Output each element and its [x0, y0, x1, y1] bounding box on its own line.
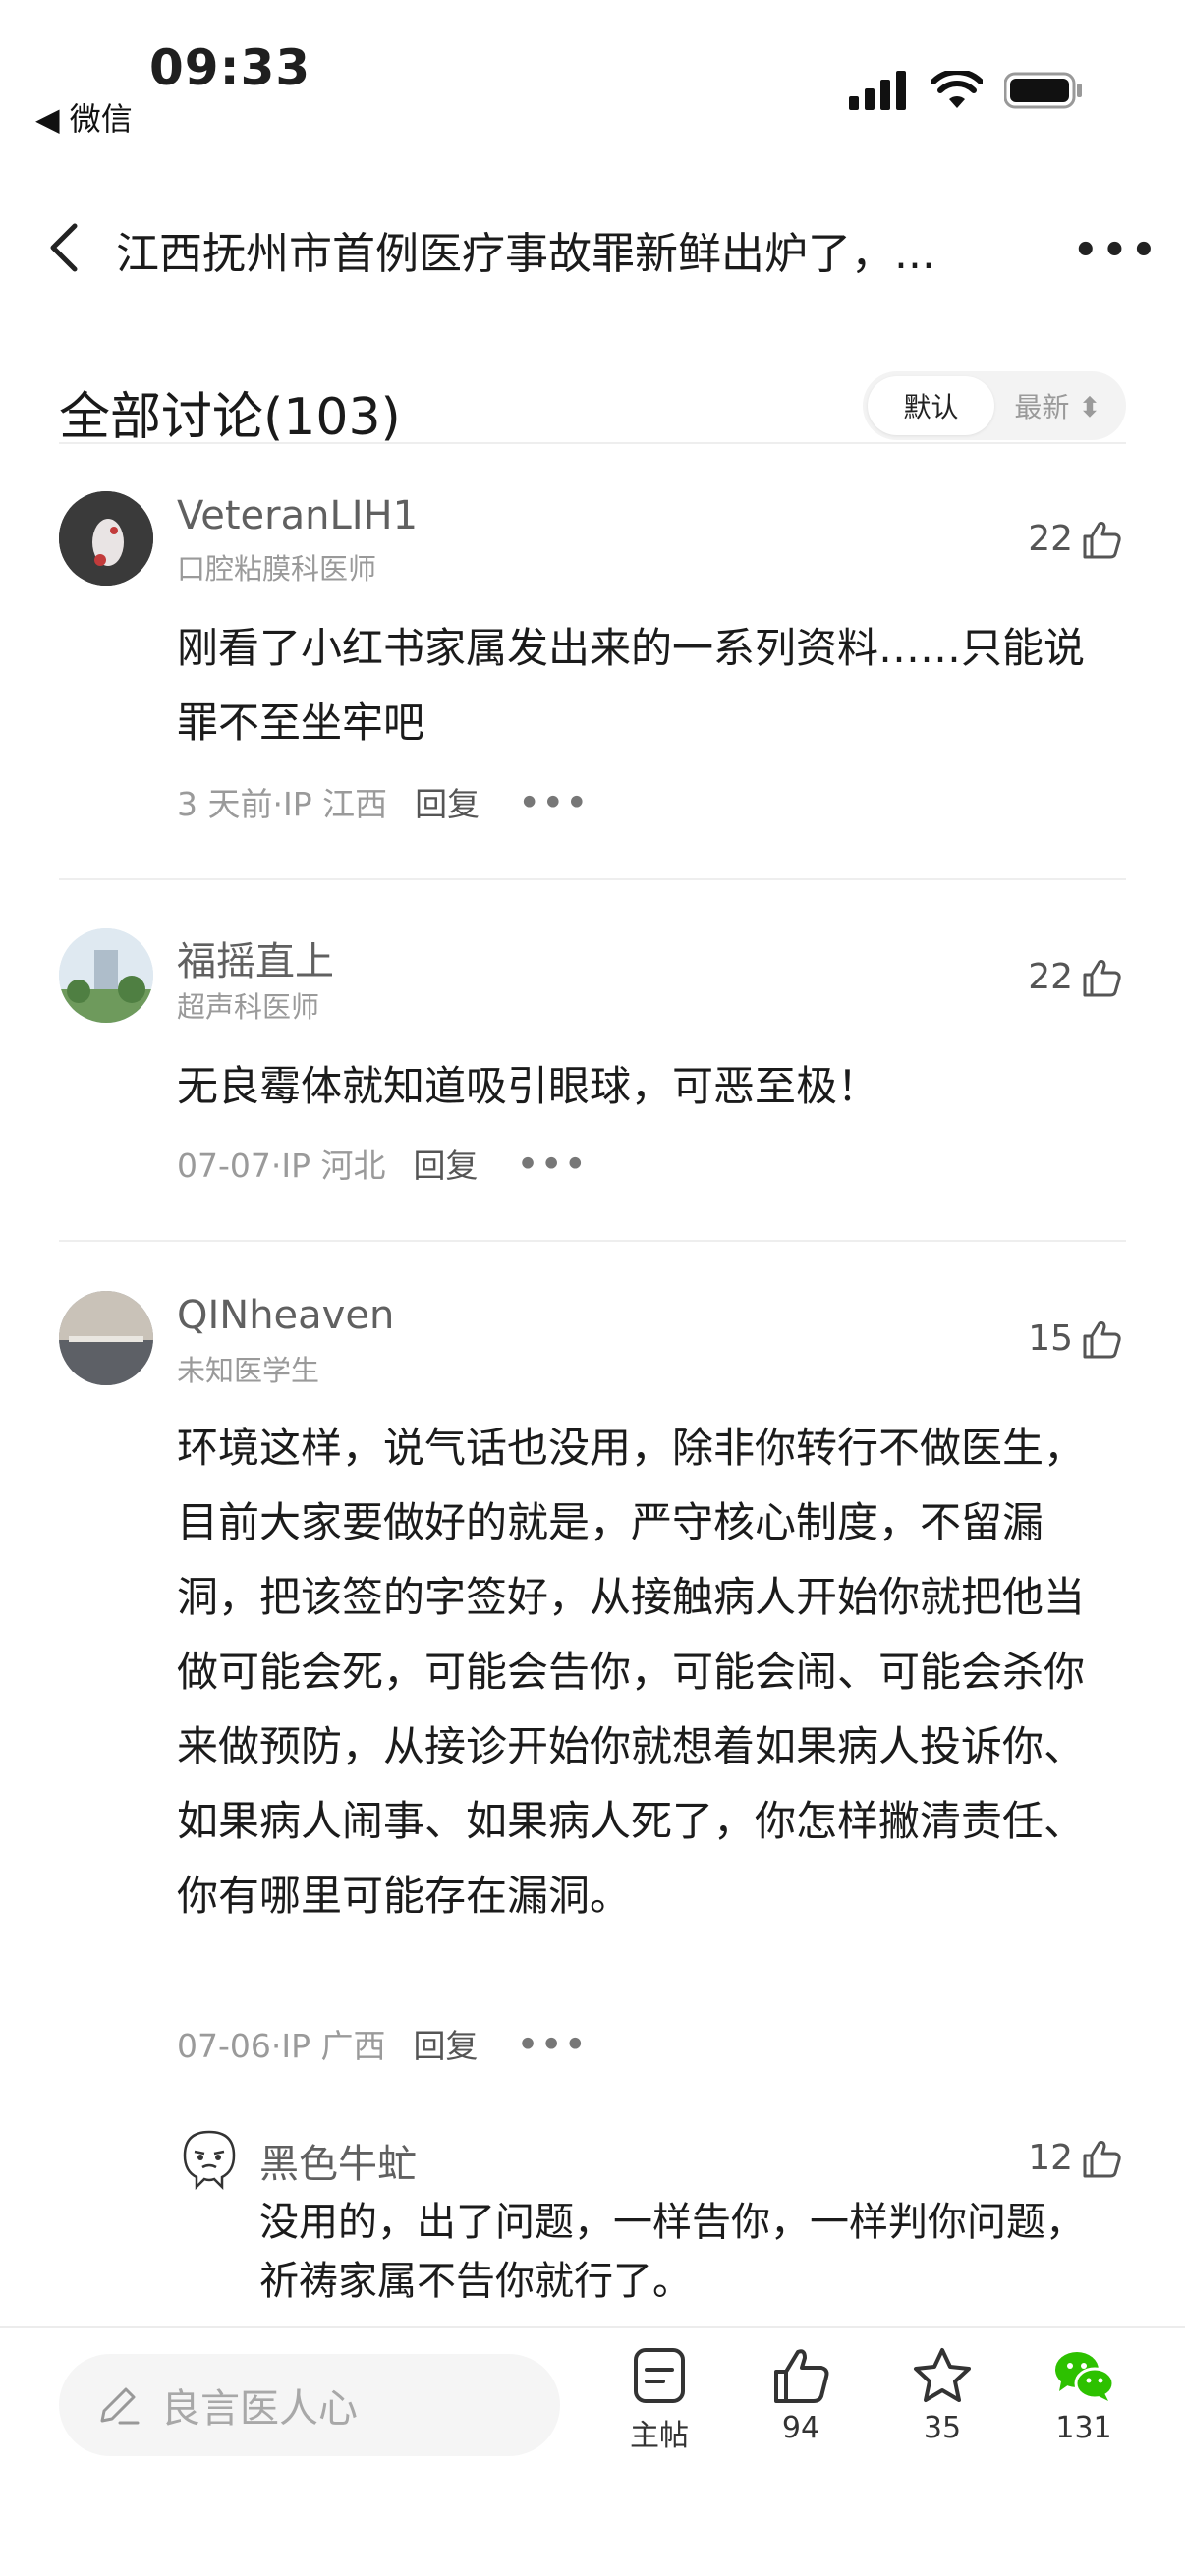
- author-role: 超声科医师: [177, 990, 320, 1024]
- comment-meta: 07-07·IP 河北 回复 •••: [177, 1140, 589, 1187]
- like-count: 22: [1028, 957, 1073, 997]
- avatar[interactable]: [59, 928, 153, 1023]
- pen-icon: [100, 2387, 140, 2425]
- battery-icon: [1004, 72, 1082, 109]
- wechat-icon: [1055, 2352, 1115, 2401]
- reply-avatar[interactable]: [177, 2126, 242, 2191]
- main-post-label: 主帖: [630, 2419, 689, 2453]
- like-count: 15: [1028, 1318, 1073, 1359]
- wifi-icon: [931, 71, 983, 108]
- divider: [59, 878, 1126, 880]
- reply-button[interactable]: 回复: [415, 778, 480, 825]
- like-button[interactable]: 15: [1028, 1318, 1122, 1359]
- thumbs-up-icon: [1083, 1320, 1121, 1358]
- star-icon: [914, 2348, 971, 2402]
- author-role: 口腔粘膜科医师: [177, 552, 377, 586]
- thumbs-up-icon: [774, 2349, 829, 2403]
- reply-button[interactable]: 回复: [414, 2020, 479, 2067]
- status-icons: [849, 71, 1083, 110]
- page-title: 江西抚州市首例医疗事故罪新鲜出炉了，...: [116, 229, 935, 279]
- reply-like-count: 12: [1028, 2138, 1073, 2178]
- thumbs-up-icon: [1083, 2140, 1121, 2177]
- comment-body: 环境这样，说气话也没用，除非你转行不做医生，目前大家要做好的就是，严守核心制度，…: [177, 1424, 1086, 1920]
- thumbs-up-icon: [1083, 521, 1121, 558]
- discussion-title: 全部讨论(103): [59, 388, 401, 447]
- author-role: 未知医学生: [177, 1354, 320, 1387]
- status-time: 09:33: [149, 39, 311, 96]
- like-count: 22: [1028, 519, 1073, 559]
- comment-body: 刚看了小红书家属发出来的一系列资料……只能说罪不至坐牢吧: [177, 624, 1086, 747]
- avatar[interactable]: [59, 1291, 153, 1385]
- reply-button[interactable]: 回复: [414, 1140, 479, 1187]
- main-post-button[interactable]: 主帖: [605, 2346, 713, 2454]
- favorite-count: 35: [923, 2411, 962, 2445]
- reply-like-button[interactable]: 12: [1028, 2138, 1122, 2178]
- comment-more-icon[interactable]: •••: [518, 2025, 589, 2063]
- comment-input[interactable]: 良言医人心: [59, 2354, 560, 2456]
- comment-more-icon[interactable]: •••: [519, 783, 590, 821]
- like-post-button[interactable]: 94: [747, 2346, 855, 2445]
- comment-time-ip: 3 天前·IP 江西: [177, 785, 388, 823]
- back-chevron-icon[interactable]: [45, 222, 85, 273]
- share-wechat-button[interactable]: 131: [1030, 2346, 1138, 2445]
- comment-meta: 07-06·IP 广西 回复 •••: [177, 2020, 589, 2067]
- sort-toggle: 默认 最新 ⬍: [863, 371, 1126, 440]
- comment-author[interactable]: QINheaven: [177, 1293, 394, 1338]
- comment-time-ip: 07-06·IP 广西: [177, 2027, 386, 2065]
- signal-icon: [849, 71, 906, 110]
- avatar[interactable]: [59, 491, 153, 586]
- like-button[interactable]: 22: [1028, 519, 1122, 559]
- sort-default[interactable]: 默认: [868, 376, 994, 435]
- document-icon: [634, 2348, 685, 2403]
- divider: [59, 1240, 1126, 1242]
- sort-latest[interactable]: 最新 ⬍: [994, 376, 1121, 435]
- like-button[interactable]: 22: [1028, 957, 1122, 997]
- comment-more-icon[interactable]: •••: [518, 1145, 589, 1183]
- comment-author[interactable]: VeteranLIH1: [177, 493, 418, 538]
- comment-meta: 3 天前·IP 江西 回复 •••: [177, 778, 590, 825]
- comment-body: 无良霉体就知道吸引眼球，可恶至极！: [177, 1062, 879, 1110]
- comment-author[interactable]: 福摇直上: [177, 929, 334, 986]
- comment-time-ip: 07-07·IP 河北: [177, 1147, 386, 1185]
- back-to-wechat[interactable]: ◀ 微信: [35, 94, 133, 140]
- reply-author[interactable]: 黑色牛虻: [259, 2132, 417, 2189]
- divider: [59, 442, 1126, 444]
- favorite-button[interactable]: 35: [888, 2346, 996, 2445]
- comment-input-placeholder: 良言医人心: [161, 2386, 358, 2432]
- share-count: 131: [1055, 2411, 1112, 2445]
- reply-body: 没用的，出了问题，一样告你，一样判你问题，祈祷家属不告你就行了。: [259, 2200, 1085, 2304]
- like-post-count: 94: [781, 2411, 820, 2445]
- more-menu-icon[interactable]: •••: [1073, 228, 1160, 273]
- thumbs-up-icon: [1083, 959, 1121, 996]
